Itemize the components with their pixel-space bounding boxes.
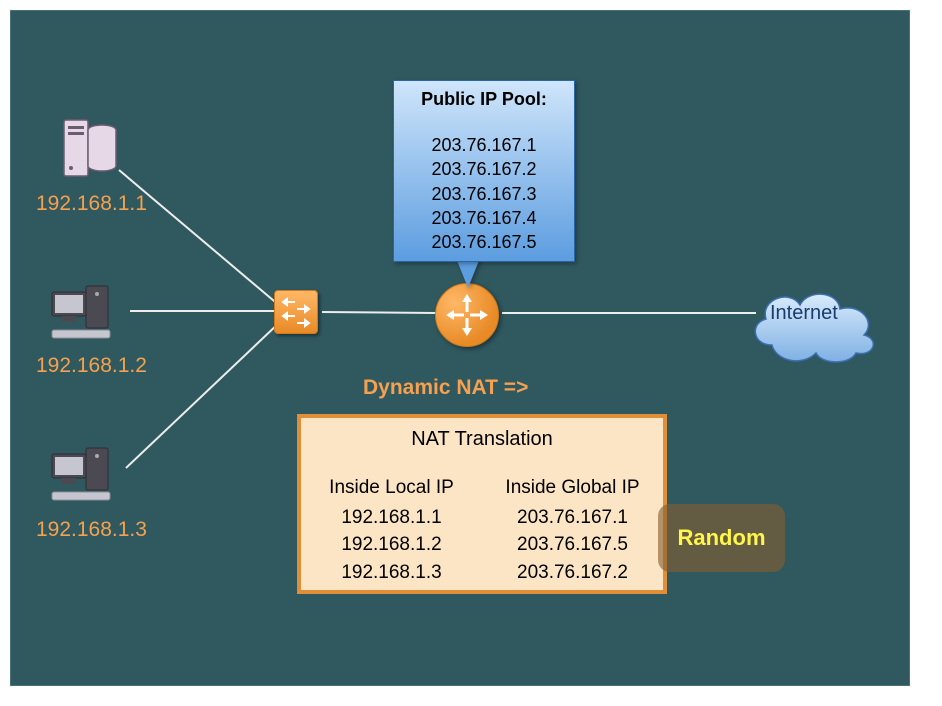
col-header-global: Inside Global IP (482, 474, 663, 502)
host-ip-label: 192.168.1.1 (36, 192, 147, 216)
pool-title: Public IP Pool: (394, 89, 574, 110)
diagram-canvas: 192.168.1.1 192.168.1.2 192.168.1.3 Publ… (0, 0, 942, 706)
server-icon (60, 116, 120, 181)
host-ip-label: 192.168.1.3 (36, 518, 147, 542)
nat-cell: 203.76.167.1 (482, 504, 663, 532)
nat-cell: 192.168.1.3 (301, 559, 482, 587)
nat-translation-table: NAT Translation Inside Local IP 192.168.… (297, 414, 667, 594)
router-icon (435, 283, 499, 347)
host-ip-label: 192.168.1.2 (36, 354, 147, 378)
nat-cell: 203.76.167.5 (482, 531, 663, 559)
random-badge: Random (658, 504, 785, 572)
dynamic-nat-label: Dynamic NAT => (363, 376, 528, 400)
col-header-local: Inside Local IP (301, 474, 482, 502)
nat-col-global: Inside Global IP 203.76.167.1 203.76.167… (482, 474, 663, 586)
pool-ip-list: 203.76.167.1 203.76.167.2 203.76.167.3 2… (394, 133, 574, 254)
random-label: Random (678, 525, 766, 551)
switch-icon (274, 290, 318, 334)
public-ip-pool-box: Public IP Pool: 203.76.167.1 203.76.167.… (393, 80, 575, 262)
pc-icon (50, 282, 120, 342)
nat-cell: 192.168.1.2 (301, 531, 482, 559)
nat-cell: 203.76.167.2 (482, 559, 663, 587)
pc-icon (50, 444, 120, 504)
internet-label: Internet (770, 302, 838, 325)
callout-tail (456, 258, 480, 288)
nat-cell: 192.168.1.1 (301, 504, 482, 532)
nat-col-local: Inside Local IP 192.168.1.1 192.168.1.2 … (301, 474, 482, 586)
nat-table-title: NAT Translation (301, 428, 663, 451)
